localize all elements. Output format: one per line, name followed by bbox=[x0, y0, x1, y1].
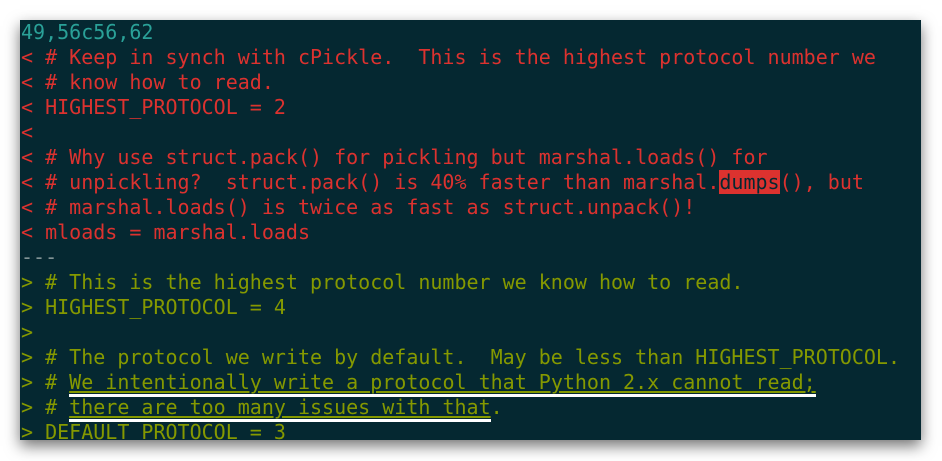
line-text: > # bbox=[21, 370, 70, 394]
line-text: (), but bbox=[779, 170, 864, 194]
deleted-line: < bbox=[21, 120, 34, 144]
deleted-line: < # Why use struct.pack() for pickling b… bbox=[21, 145, 768, 169]
added-line: > HIGHEST_PROTOCOL = 4 bbox=[21, 295, 286, 319]
added-line: > DEFAULT_PROTOCOL = 3 bbox=[21, 420, 286, 440]
terminal-window: 49,56c56,62 < # Keep in synch with cPick… bbox=[20, 20, 921, 440]
deleted-line: < # marshal.loads() is twice as fast as … bbox=[21, 195, 696, 219]
underlined-text: We intentionally write a protocol that P… bbox=[69, 370, 816, 397]
highlighted-word: dumps bbox=[719, 170, 780, 194]
deleted-line: < mloads = marshal.loads bbox=[21, 220, 310, 244]
line-text: > # bbox=[21, 395, 70, 419]
added-line: > # This is the highest protocol number … bbox=[21, 270, 744, 294]
added-line: > bbox=[21, 320, 34, 344]
deleted-line: < # unpickling? struct.pack() is 40% fas… bbox=[20, 170, 921, 195]
line-text: . bbox=[490, 395, 503, 419]
hunk-header: 49,56c56,62 bbox=[21, 20, 154, 44]
added-line: > # We intentionally write a protocol th… bbox=[20, 370, 921, 397]
underlined-text: there are too many issues with that bbox=[69, 395, 491, 422]
deleted-line: < # Keep in synch with cPickle. This is … bbox=[21, 45, 876, 69]
line-text: < # unpickling? struct.pack() is 40% fas… bbox=[21, 170, 720, 194]
added-line: > # there are too many issues with that. bbox=[20, 395, 921, 422]
added-line: > # The protocol we write by default. Ma… bbox=[21, 345, 900, 369]
deleted-line: < # know how to read. bbox=[21, 70, 274, 94]
deleted-line: < HIGHEST_PROTOCOL = 2 bbox=[21, 95, 286, 119]
diff-separator: --- bbox=[21, 245, 58, 269]
